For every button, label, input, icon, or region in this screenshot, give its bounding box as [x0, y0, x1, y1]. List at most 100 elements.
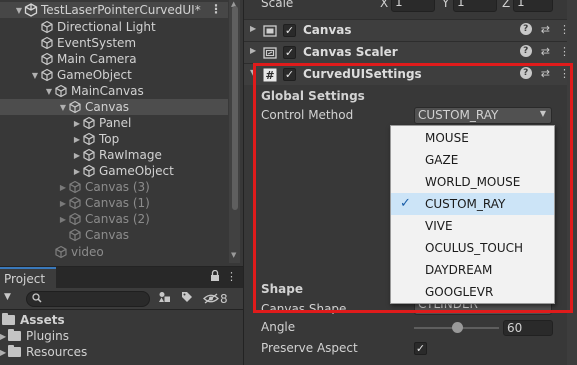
search-input[interactable] — [26, 291, 150, 307]
inspector-scrollbar[interactable] — [567, 0, 577, 365]
gameobject-cube-icon — [68, 212, 82, 226]
hierarchy-item-maincanvas[interactable]: ▼ MainCanvas — [0, 83, 228, 99]
item-label: GameObject — [57, 68, 132, 82]
collapsed-arrow-icon[interactable]: ▶ — [72, 147, 82, 163]
dropdown-option[interactable]: ✓ CUSTOM_RAY — [391, 193, 554, 215]
angle-field[interactable]: 60 — [503, 320, 553, 336]
scale-z-label: Z — [502, 0, 511, 10]
filter-by-label-icon[interactable] — [181, 291, 193, 306]
dropdown-option[interactable]: WORLD_MOUSE — [391, 171, 554, 193]
gameobject-cube-icon — [40, 20, 54, 34]
component-canvas-scaler-header[interactable]: ▶ ✓ Canvas Scaler ? ⇄ ⋮ — [244, 41, 577, 63]
collapsed-arrow-icon[interactable]: ▶ — [250, 24, 256, 33]
help-icon[interactable]: ? — [519, 45, 532, 57]
collapsed-arrow-icon[interactable]: ▶ — [58, 195, 68, 211]
filter-by-type-icon[interactable] — [158, 291, 171, 306]
component-title: Canvas — [303, 23, 352, 37]
gameobject-cube-icon — [82, 116, 96, 130]
lock-icon[interactable] — [210, 269, 220, 284]
item-label: Main Camera — [57, 52, 137, 66]
item-label: Canvas — [85, 100, 130, 114]
control-method-dropdown[interactable]: CUSTOM_RAY ▼ — [414, 107, 552, 124]
item-label: Plugins — [26, 329, 69, 343]
item-label: Canvas (3) — [85, 180, 150, 194]
component-enabled-checkbox[interactable]: ✓ — [283, 68, 296, 81]
expand-arrow-icon[interactable]: ▼ — [58, 99, 68, 115]
gameobject-cube-icon — [40, 52, 54, 66]
hierarchy-item-canvas-3[interactable]: ▶ Canvas (3) — [0, 179, 228, 195]
gameobject-cube-icon — [82, 164, 96, 178]
collapsed-arrow-icon[interactable]: ▶ — [250, 46, 256, 55]
hierarchy-item-directional-light[interactable]: Directional Light — [0, 19, 228, 35]
panel-menu-icon[interactable]: ⋮ — [226, 270, 237, 284]
gameobject-cube-icon — [40, 36, 54, 50]
component-canvas-header[interactable]: ▶ ✓ Canvas ? ⇄ ⋮ — [244, 19, 577, 41]
option-label: MOUSE — [425, 131, 469, 145]
hierarchy-item-canvas-2[interactable]: ▶ Canvas (2) — [0, 211, 228, 227]
scene-row[interactable]: ▼ TestLaserPointerCurvedUI* ⋮ — [0, 2, 228, 18]
expanded-arrow-icon[interactable]: ▼ — [250, 68, 256, 77]
hierarchy-item-main-camera[interactable]: Main Camera — [0, 51, 228, 67]
component-enabled-checkbox[interactable]: ✓ — [283, 46, 296, 59]
scrollbar-thumb[interactable] — [232, 6, 238, 210]
project-item-assets[interactable]: Assets — [2, 312, 65, 328]
hierarchy-item-canvas[interactable]: ▼ Canvas — [0, 99, 228, 115]
dropdown-option[interactable]: VIVE — [391, 215, 554, 237]
hidden-packages-icon[interactable]: 8 — [203, 292, 228, 306]
hierarchy-item-canvas-1[interactable]: ▶ Canvas (1) — [0, 195, 228, 211]
preset-icon[interactable]: ⇄ — [541, 23, 550, 36]
preset-icon[interactable]: ⇄ — [541, 45, 550, 58]
dropdown-option[interactable]: OCULUS_TOUCH — [391, 237, 554, 259]
project-item-plugins[interactable]: ▶ Plugins — [0, 328, 69, 344]
tab-label: Project — [4, 271, 46, 286]
item-label: MainCanvas — [71, 84, 144, 98]
project-toolbar: ▼ 8 — [0, 288, 243, 310]
hierarchy-item-rawimage[interactable]: ▶ RawImage — [0, 147, 228, 163]
hierarchy-item-eventsystem[interactable]: EventSystem — [0, 35, 228, 51]
help-icon[interactable]: ? — [519, 67, 532, 79]
component-curveduisettings-header[interactable]: ▼ # ✓ CurvedUISettings ? ⇄ ⋮ — [244, 63, 577, 85]
tab-project[interactable]: Project — [0, 267, 56, 288]
canvas-shape-label: Canvas Shape — [261, 302, 347, 314]
hidden-count: 8 — [220, 291, 228, 306]
scale-x-field[interactable]: 1 — [391, 0, 435, 12]
scene-name: TestLaserPointerCurvedUI* — [41, 3, 201, 17]
hierarchy-item-panel[interactable]: ▶ Panel — [0, 115, 228, 131]
collapse-arrow-icon[interactable]: ▼ — [14, 2, 24, 18]
scene-menu-icon[interactable]: ⋮ — [210, 2, 222, 16]
hierarchy-item-top[interactable]: ▶ Top — [0, 131, 228, 147]
hierarchy-item-canvas-disabled[interactable]: Canvas — [0, 227, 228, 243]
item-label: Canvas (1) — [85, 196, 150, 210]
collapsed-arrow-icon[interactable]: ▶ — [72, 115, 82, 131]
svg-text:#: # — [265, 69, 274, 82]
collapsed-arrow-icon[interactable]: ▶ — [72, 131, 82, 147]
create-dropdown-icon[interactable]: ▼ — [4, 292, 11, 302]
collapsed-arrow-icon[interactable]: ▶ — [58, 211, 68, 227]
scale-y-field[interactable]: 1 — [453, 0, 497, 12]
hierarchy-item-gameobject[interactable]: ▼ GameObject — [0, 67, 228, 83]
item-label: RawImage — [99, 148, 162, 162]
angle-slider-thumb[interactable] — [451, 322, 463, 333]
dropdown-option[interactable]: DAYDREAM — [391, 259, 554, 281]
collapsed-arrow-icon[interactable]: ▶ — [58, 179, 68, 195]
scale-z-field[interactable]: 1 — [513, 0, 553, 12]
help-icon[interactable]: ? — [519, 23, 532, 35]
hierarchy-scrollbar[interactable]: ▲ ▼ — [229, 0, 240, 263]
dropdown-option[interactable]: GAZE — [391, 149, 554, 171]
project-item-resources[interactable]: ▶ Resources — [0, 344, 87, 360]
gameobject-cube-icon — [68, 180, 82, 194]
gameobject-cube-icon — [68, 228, 82, 242]
scroll-down-icon[interactable]: ▼ — [231, 251, 236, 259]
expand-arrow-icon[interactable]: ▼ — [30, 67, 40, 83]
hierarchy-item-gameobject-child[interactable]: ▶ GameObject — [0, 163, 228, 179]
expand-arrow-icon[interactable]: ▼ — [44, 83, 54, 99]
canvas-component-icon — [263, 24, 277, 38]
dropdown-option[interactable]: MOUSE — [391, 127, 554, 149]
component-enabled-checkbox[interactable]: ✓ — [283, 24, 296, 37]
hierarchy-item-video[interactable]: video — [0, 244, 228, 260]
preset-icon[interactable]: ⇄ — [541, 67, 550, 80]
preserve-aspect-checkbox[interactable]: ✓ — [414, 342, 427, 355]
dropdown-option[interactable]: GOOGLEVR — [391, 281, 554, 303]
collapsed-arrow-icon[interactable]: ▶ — [72, 163, 82, 179]
item-label: Top — [99, 132, 120, 146]
